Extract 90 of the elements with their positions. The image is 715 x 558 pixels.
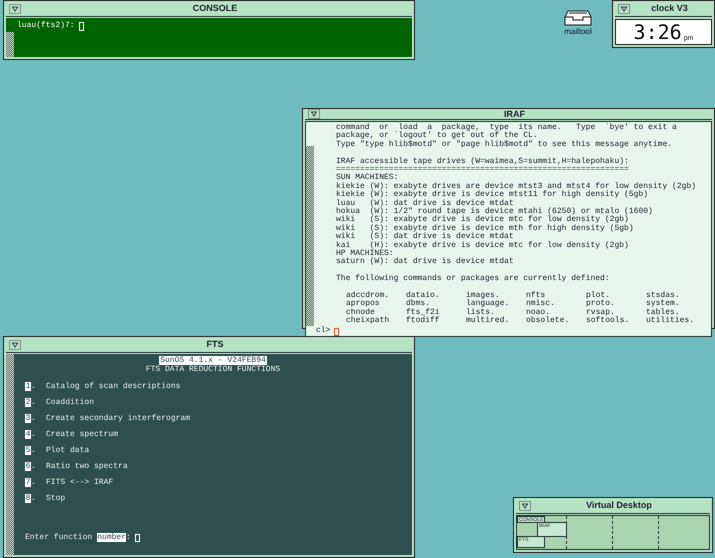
prompt-colon: : [126, 533, 131, 542]
window-title: Virtual Desktop [585, 501, 653, 510]
menu-period: . [31, 398, 37, 407]
version-banner: SunOS 4.1.x - V24FEB94 [159, 356, 267, 365]
window-title: CONSOLE [192, 4, 238, 13]
package-name: dataio. [406, 292, 441, 300]
window-menu-icon[interactable] [308, 109, 320, 119]
menu-period: . [31, 430, 37, 439]
package-name: language. [466, 300, 510, 308]
package-name: nmisc. [526, 300, 556, 308]
terminal-line: luau (W): dat drive is device mtdat [336, 200, 515, 208]
terminal-line: The following commands or packages are currently defined: [336, 275, 611, 284]
package-name: utilities. [646, 316, 696, 326]
menu-number: 1 [25, 382, 31, 391]
terminal-line: HP MACHINES: [336, 250, 394, 258]
menu-period: . [31, 478, 37, 487]
menu-item[interactable]: Stop [46, 494, 66, 503]
package-name: apropos [346, 300, 381, 308]
prompt-text: Enter function [25, 533, 92, 542]
menu-number: 7 [25, 478, 31, 487]
terminal-line: wiki (S): exabyte drive is device mtc for low density (2gb) [336, 216, 629, 224]
package-name: system. [646, 300, 681, 308]
scrollbar[interactable] [306, 146, 314, 326]
package-name: softools. [586, 316, 630, 326]
menu-item[interactable]: Catalog of scan descriptions [46, 382, 180, 391]
window-title: clock V3 [650, 4, 689, 13]
scrollbar[interactable] [6, 354, 14, 555]
window-menu-icon[interactable] [9, 340, 21, 350]
package-name: obsolete. [526, 316, 570, 326]
package-name: tables. [646, 308, 680, 316]
menu-period: . [31, 382, 37, 391]
terminal-line: saturn (W): dat drive is device mtdat [336, 258, 515, 267]
package-name: adccdrom. [346, 292, 390, 300]
package-name: nfts [526, 292, 546, 300]
package-name: chnode [346, 308, 375, 316]
terminal-line: IRAF accessible tape drives (W=waimea,S=summit,H=halepohaku): [336, 158, 630, 166]
package-name: proto. [586, 300, 616, 308]
terminal-line: SUN MACHINES: [336, 174, 398, 182]
package-name: fts_f2i [406, 308, 441, 316]
menu-number: 2 [25, 398, 31, 407]
cursor [134, 534, 140, 542]
menu-item[interactable]: Create secondary interferogram [46, 414, 190, 423]
package-name: stsdas. [646, 292, 681, 300]
window-title: IRAF [503, 110, 526, 118]
clock-time: 3:26 [634, 22, 682, 42]
package-name: lists. [466, 308, 495, 316]
terminal-line: package, or `logout' to get out of the CL. [336, 132, 539, 140]
package-name: cheixpath [346, 316, 390, 326]
prompt-highlight: number [97, 533, 126, 542]
terminal-line: hokua (W): 1/2" round tape is device mtahi (6250) or mtalo (1600) [336, 208, 654, 216]
menu-period: . [31, 414, 37, 423]
terminal-line: wiki (S): exabyte drive is device mth for high density (5gb) [336, 224, 635, 233]
menu-item[interactable]: Create spectrum [46, 430, 118, 439]
menu-number: 6 [25, 462, 31, 471]
window-menu-icon[interactable] [618, 4, 630, 14]
menu-number: 5 [25, 446, 31, 455]
package-name: plot. [586, 292, 610, 300]
package-name: ftodiff [406, 316, 441, 326]
package-name: noao. [526, 308, 550, 316]
window-menu-icon[interactable] [519, 500, 531, 510]
scrollbar[interactable] [6, 32, 14, 57]
menu-item[interactable]: Plot data [46, 446, 90, 455]
icon-label: mailtool [564, 28, 592, 36]
menu-number: 3 [25, 414, 31, 423]
prompt-text: luau(fts2)7: [17, 20, 75, 32]
menu-item[interactable]: Coaddition [46, 398, 94, 407]
terminal-line: Type "type hlib$motd" or "page hlib$motd" to see this message anytime. [336, 140, 674, 150]
terminal-line: command or load a package, type its name. Type `bye' to exit a [336, 124, 678, 132]
menu-number: 4 [25, 430, 31, 439]
terminal-line: kiekie (W): exabyte drives are device mtst3 and mtst4 for low density (2gb) [336, 182, 698, 191]
package-name: multired. [466, 316, 510, 326]
terminal-line: wiki (S): dat drive is device mtdat [336, 233, 515, 242]
menu-number: 8 [25, 494, 31, 503]
terminal-line: kai (H): exabyte drive is device mtc for low density (2gb) [336, 242, 630, 250]
heading: FTS DATA REDUCTION FUNCTIONS [146, 365, 280, 374]
terminal-line: kiekie (W): exabyte drive is device mtst11 for high density (5gb) [336, 191, 650, 200]
menu-item[interactable]: Ratio two spectra [46, 462, 128, 471]
terminal-line: ============================================================= [336, 166, 630, 174]
window-title: FTS [206, 340, 224, 349]
menu-period: . [31, 494, 37, 503]
mailbox-icon[interactable] [564, 10, 592, 26]
prompt-text: cl> [316, 327, 330, 336]
cursor [78, 22, 84, 30]
window-menu-icon[interactable] [9, 4, 21, 14]
menu-item[interactable]: FITS <--> IRAF [46, 478, 114, 487]
package-name: images. [466, 292, 500, 300]
menu-period: . [31, 462, 37, 471]
package-name: dbms. [406, 300, 430, 308]
package-name: rvsap. [586, 308, 615, 316]
menu-period: . [31, 446, 37, 455]
